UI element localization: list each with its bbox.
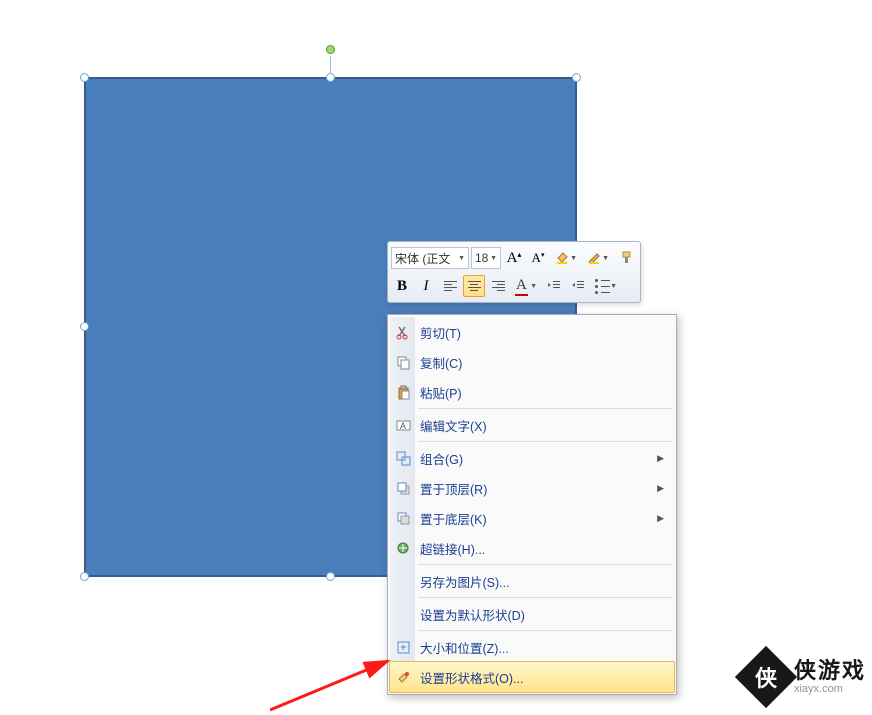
increase-indent-button[interactable] [567,275,589,297]
menu-separator [418,597,672,598]
bring-front-icon [395,480,411,496]
watermark-en: xiayx.com [794,683,866,695]
font-size-combo[interactable]: 18 ▼ [471,247,501,269]
menu-paste[interactable]: 粘贴(P) [390,377,674,407]
menu-separator [418,630,672,631]
align-left-icon [444,281,457,291]
menu-format-shape-label: 设置形状格式(O)... [420,668,674,687]
grow-font-button[interactable]: A▴ [503,247,525,269]
align-center-button[interactable] [463,275,485,297]
chevron-down-icon: ▼ [610,283,617,290]
font-name-value: 宋体 (正文 [395,250,450,267]
menu-format-shape[interactable]: 设置形状格式(O)... [389,661,675,693]
menu-send-back[interactable]: 置于底层(K) ▶ [390,503,674,533]
group-icon [395,450,411,466]
align-left-button[interactable] [439,275,461,297]
resize-handle-sw[interactable] [80,572,89,581]
cut-icon [395,324,411,340]
italic-button[interactable]: I [415,275,437,297]
send-back-icon [395,510,411,526]
menu-edit-text-label: 编辑文字(X) [420,416,674,435]
shrink-font-button[interactable]: A▾ [527,247,549,269]
font-name-combo[interactable]: 宋体 (正文 ▼ [391,247,469,269]
menu-copy[interactable]: 复制(C) [390,347,674,377]
shape-fill-button[interactable]: ▼ [551,247,581,269]
menu-size-position[interactable]: 大小和位置(Z)... [390,632,674,662]
mini-toolbar: 宋体 (正文 ▼ 18 ▼ A▴ A▾ ▼ ▼ B I [387,241,641,303]
resize-handle-ne[interactable] [572,73,581,82]
menu-hyperlink-label: 超链接(H)... [420,539,674,558]
menu-separator [418,441,672,442]
chevron-down-icon: ▼ [530,283,537,290]
menu-cut[interactable]: 剪切(T) [390,317,674,347]
align-right-icon [492,281,505,291]
size-position-icon [395,639,411,655]
submenu-arrow-icon: ▶ [657,453,664,464]
svg-text:A: A [400,421,406,431]
chevron-down-icon: ▼ [602,255,609,262]
bucket-icon [555,250,569,267]
resize-handle-nw[interactable] [80,73,89,82]
context-menu: 剪切(T) 复制(C) 粘贴(P) A 编辑文字(X) 组合(G) ▶ 置于顶层… [387,314,677,695]
watermark-badge-text: 侠 [755,661,777,693]
resize-handle-w[interactable] [80,322,89,331]
chevron-down-icon: ▼ [458,255,465,262]
menu-copy-label: 复制(C) [420,353,674,372]
menu-separator [418,408,672,409]
format-shape-icon [395,669,411,685]
menu-save-as-picture[interactable]: 另存为图片(S)... [390,566,674,596]
paste-icon [395,384,411,400]
decrease-indent-icon [547,279,561,294]
rotation-handle[interactable] [326,45,335,54]
chevron-down-icon: ▼ [570,255,577,262]
copy-icon [395,354,411,370]
align-center-icon [468,281,481,291]
align-right-button[interactable] [487,275,509,297]
menu-bring-front[interactable]: 置于顶层(R) ▶ [390,473,674,503]
bullets-button[interactable]: ▼ [591,275,621,297]
menu-group-label: 组合(G) [420,449,657,468]
resize-handle-s[interactable] [326,572,335,581]
watermark: 侠 侠游戏 xiayx.com [744,655,866,699]
chevron-down-icon: ▼ [490,255,497,262]
menu-cut-label: 剪切(T) [420,323,674,342]
increase-indent-icon [571,279,585,294]
menu-separator [418,564,672,565]
menu-send-back-label: 置于底层(K) [420,509,657,528]
menu-group[interactable]: 组合(G) ▶ [390,443,674,473]
decrease-indent-button[interactable] [543,275,565,297]
menu-edit-text[interactable]: A 编辑文字(X) [390,410,674,440]
menu-paste-label: 粘贴(P) [420,383,674,402]
watermark-cn: 侠游戏 [794,659,866,683]
watermark-badge: 侠 [735,646,797,708]
pen-icon [587,250,601,267]
hyperlink-icon [395,540,411,556]
menu-bring-front-label: 置于顶层(R) [420,479,657,498]
brush-icon [619,250,633,267]
menu-hyperlink[interactable]: 超链接(H)... [390,533,674,563]
canvas: 宋体 (正文 ▼ 18 ▼ A▴ A▾ ▼ ▼ B I [0,0,872,705]
menu-save-as-picture-label: 另存为图片(S)... [420,572,674,591]
submenu-arrow-icon: ▶ [657,483,664,494]
resize-handle-n[interactable] [326,73,335,82]
bold-button[interactable]: B [391,275,413,297]
font-color-icon: A [515,277,528,296]
menu-set-default-shape-label: 设置为默认形状(D) [420,605,674,624]
submenu-arrow-icon: ▶ [657,513,664,524]
font-size-value: 18 [475,251,488,265]
edit-text-icon: A [395,417,411,433]
format-painter-button[interactable] [615,247,637,269]
menu-size-position-label: 大小和位置(Z)... [420,638,674,657]
shape-outline-button[interactable]: ▼ [583,247,613,269]
font-color-button[interactable]: A ▼ [511,275,541,297]
bullets-icon [595,279,610,294]
menu-set-default-shape[interactable]: 设置为默认形状(D) [390,599,674,629]
